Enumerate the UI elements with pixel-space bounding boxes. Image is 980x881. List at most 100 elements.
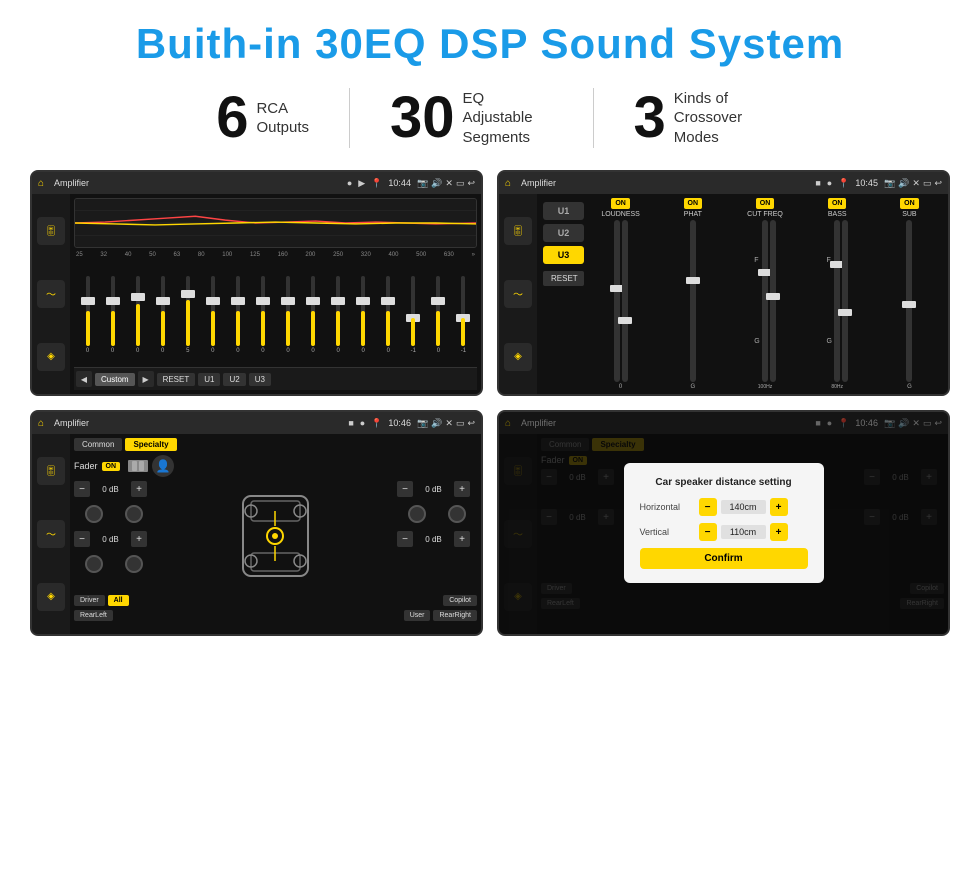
sp-right-plus-1[interactable]: + [454,481,470,497]
cutfreq-label: CUT FREQ [747,211,783,218]
u2-btn[interactable]: U2 [543,224,584,242]
sp-sidebar-btn-1[interactable]: 🎚 [37,457,65,485]
sp-left-plus-1[interactable]: + [131,481,147,497]
eq-slider-16[interactable]: -1 [452,274,475,354]
screen1-main: 25 32 40 50 63 80 100 125 160 200 250 32… [70,194,481,394]
eq-slider-8[interactable]: 0 [251,274,274,354]
freq-32: 32 [100,252,107,258]
eq-slider-7[interactable]: 0 [226,274,249,354]
close-icon: ✕ [445,178,453,189]
stat-eq: 30 EQ AdjustableSegments [350,89,593,148]
eq-slider-4[interactable]: 0 [151,274,174,354]
confirm-button[interactable]: Confirm [640,548,808,569]
sp-left-minus-1[interactable]: − [74,481,90,497]
sp-sidebar-btn-3[interactable]: ◈ [37,583,65,611]
screenshots-grid: ⌂ Amplifier ● ▶ 📍 10:44 📷 🔊 ✕ ▭ ↩ 🎚 〜 [30,170,950,636]
eq-slider-14[interactable]: -1 [402,274,425,354]
eq-slider-11[interactable]: 0 [327,274,350,354]
eq-slider-13[interactable]: 0 [377,274,400,354]
eq-sliders: 0 0 0 0 [74,260,477,367]
volume-icon-3: 🔊 [431,418,442,429]
eq-sidebar-btn-1[interactable]: 🎚 [37,217,65,245]
screen2-topbar: ⌂ Amplifier ■ ● 📍 10:45 📷 🔊 ✕ ▭ ↩ [499,172,948,194]
eq-slider-3[interactable]: 0 [126,274,149,354]
eq-reset-btn[interactable]: RESET [157,373,196,386]
cutfreq-slider-f[interactable] [762,220,768,382]
sub-on-btn[interactable]: ON [900,198,919,209]
location-icon-2: 📍 [838,178,849,189]
btn-driver[interactable]: Driver [74,595,105,606]
location-icon-3: 📍 [371,418,382,429]
freq-25: 25 [76,252,83,258]
eq-u1-btn[interactable]: U1 [198,373,220,386]
eq-u3-btn[interactable]: U3 [249,373,271,386]
tab-specialty[interactable]: Specialty [125,438,176,451]
cutfreq-slider-g[interactable] [770,220,776,382]
speaker-fader-header: Fader ON 👤 [74,455,477,477]
freq-500: 500 [416,252,426,258]
loudness-slider-2[interactable] [622,220,628,382]
cx-sidebar-btn-1[interactable]: 🎚 [504,217,532,245]
eq-slider-12[interactable]: 0 [352,274,375,354]
bass-slider-g[interactable] [842,220,848,382]
sub-slider[interactable] [906,220,912,382]
volume-icon: 🔊 [431,178,442,189]
bass-label: BASS [828,211,847,218]
sp-sidebar-btn-2[interactable]: 〜 [37,520,65,548]
btn-rearleft[interactable]: RearLeft [74,610,113,621]
cutfreq-on-btn[interactable]: ON [756,198,775,209]
eq-slider-1[interactable]: 0 [76,274,99,354]
sp-right-val-1: 0 dB [416,485,451,494]
freq-40: 40 [125,252,132,258]
circle-icon-3: ● [360,418,365,428]
sp-right-plus-2[interactable]: + [454,531,470,547]
eq-slider-10[interactable]: 0 [302,274,325,354]
sp-right-minus-1[interactable]: − [397,481,413,497]
screen2-status-icons: 📷 🔊 ✕ ▭ ↩ [884,178,942,189]
speaker-main: Common Specialty Fader ON 👤 [70,434,481,634]
eq-slider-15[interactable]: 0 [427,274,450,354]
eq-slider-2[interactable]: 0 [101,274,124,354]
btn-rearright[interactable]: RearRight [433,610,477,621]
sp-right-minus-2[interactable]: − [397,531,413,547]
screen3-body: 🎚 〜 ◈ Common Specialty Fader ON [32,434,481,634]
eq-u2-btn[interactable]: U2 [223,373,245,386]
cx-sidebar-btn-3[interactable]: ◈ [504,343,532,371]
phat-col: ON PHAT G [658,198,727,390]
dialog-horizontal-plus[interactable]: + [770,498,788,516]
sp-left-plus-2[interactable]: + [131,531,147,547]
btn-user[interactable]: User [404,610,431,621]
freq-250: 250 [333,252,343,258]
btn-all[interactable]: All [108,595,129,606]
screen3-topbar: ⌂ Amplifier ■ ● 📍 10:46 📷 🔊 ✕ ▭ ↩ [32,412,481,434]
dialog-vertical-minus[interactable]: − [699,523,717,541]
eq-custom-btn[interactable]: Custom [95,373,135,386]
tab-common[interactable]: Common [74,438,122,451]
eq-prev-btn[interactable]: ◀ [76,371,92,387]
bass-slider-f[interactable] [834,220,840,382]
eq-sidebar-btn-2[interactable]: 〜 [37,280,65,308]
eq-play-btn[interactable]: ▶ [138,371,154,387]
bass-on-btn[interactable]: ON [828,198,847,209]
dialog-vertical-plus[interactable]: + [770,523,788,541]
screen-speaker-dialog: ⌂ Amplifier ■ ● 📍 10:46 📷 🔊 ✕ ▭ ↩ 🎚 〜 [497,410,950,636]
phat-slider[interactable] [690,220,696,382]
cutfreq-col: ON CUT FREQ FG [730,198,799,390]
eq-slider-9[interactable]: 0 [277,274,300,354]
eq-slider-5[interactable]: 5 [176,274,199,354]
dialog-horizontal-minus[interactable]: − [699,498,717,516]
loudness-slider-1[interactable] [614,220,620,382]
u1-btn[interactable]: U1 [543,202,584,220]
phat-on-btn[interactable]: ON [684,198,703,209]
fader-on-badge[interactable]: ON [102,462,121,471]
u3-btn[interactable]: U3 [543,246,584,264]
btn-copilot[interactable]: Copilot [443,595,477,606]
crossover-reset-btn[interactable]: RESET [543,271,584,286]
eq-slider-6[interactable]: 0 [201,274,224,354]
loudness-on-btn[interactable]: ON [611,198,630,209]
back-icon-3: ↩ [467,418,475,429]
sp-left-val-2: 0 dB [93,535,128,544]
sp-left-minus-2[interactable]: − [74,531,90,547]
cx-sidebar-btn-2[interactable]: 〜 [504,280,532,308]
eq-sidebar-btn-3[interactable]: ◈ [37,343,65,371]
